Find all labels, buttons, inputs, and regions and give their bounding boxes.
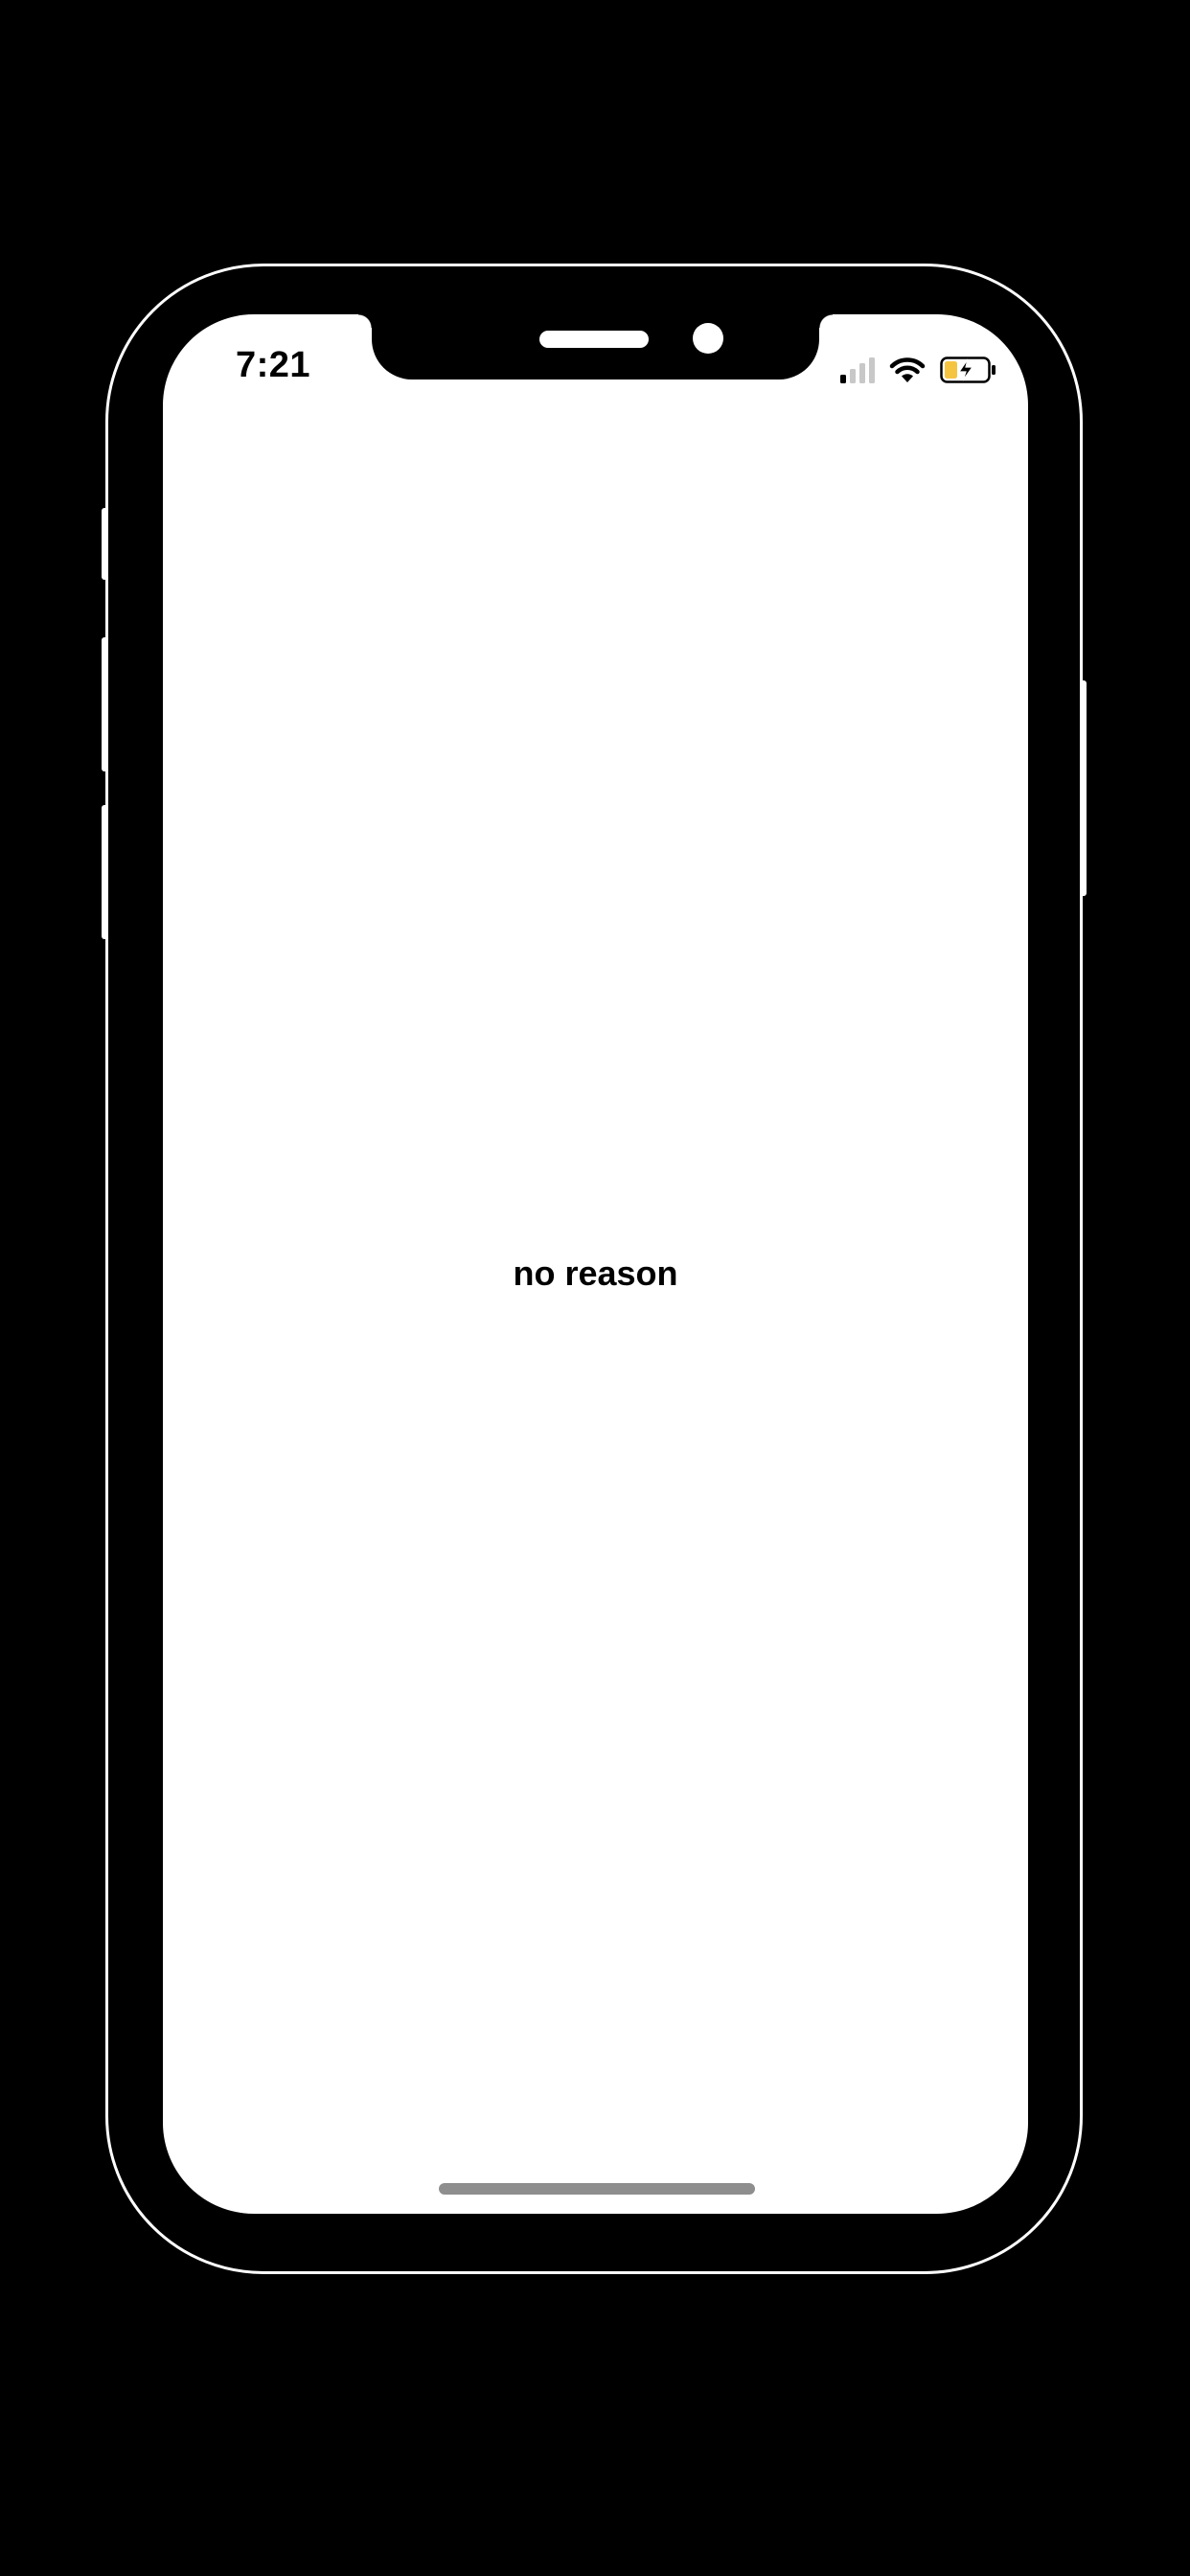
home-indicator[interactable] [439,2183,755,2195]
front-camera [693,323,723,354]
notch [358,314,833,380]
cellular-signal-icon [840,356,875,383]
center-message: no reason [513,1254,678,1293]
wifi-icon [889,357,926,382]
phone-screen: 7:21 no reason [163,314,1028,2214]
device-stage: 7:21 no reason [0,0,1190,2576]
earpiece-speaker [539,331,649,348]
status-time: 7:21 [236,345,311,385]
status-icons [840,353,997,387]
battery-charging-icon [940,356,995,383]
